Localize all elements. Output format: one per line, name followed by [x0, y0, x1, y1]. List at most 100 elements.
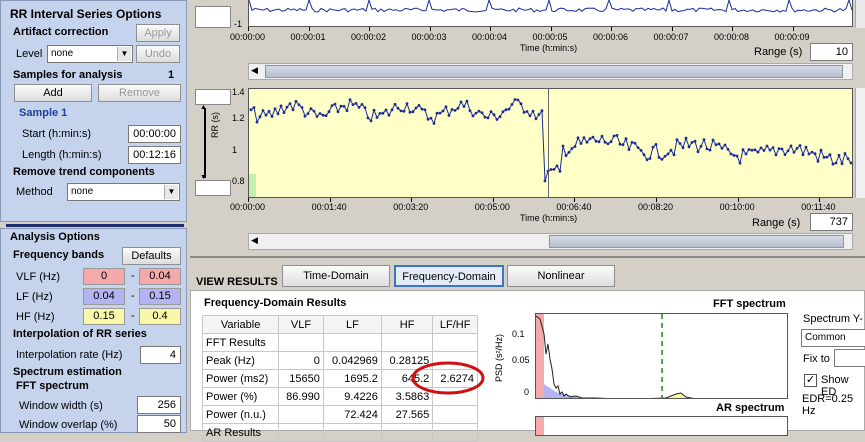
ecg-scrollbar[interactable]: ◀ — [248, 63, 853, 80]
ecg-y-tick: -1 — [234, 19, 243, 29]
rr-y-max-box[interactable] — [195, 89, 231, 105]
window-overlap-input[interactable]: 50 — [137, 415, 181, 433]
spectrum-y-value: Common — [805, 332, 846, 343]
start-input[interactable]: 00:00:00 — [128, 125, 181, 143]
rr-scrollbar[interactable]: ◀ — [248, 233, 853, 250]
length-label: Length (h:min:s) — [22, 149, 102, 161]
rr-range-label: Range (s) — [752, 217, 801, 229]
fft-y-tick: 0.05 — [512, 355, 530, 365]
band-label: VLF (Hz) — [16, 271, 60, 283]
results-row: FFT Results — [201, 333, 478, 352]
results-cell — [278, 423, 324, 442]
results-cell: 72.424 — [322, 405, 382, 424]
interpolation-title: Interpolation of RR series — [13, 328, 147, 340]
ecg-y-min-box[interactable] — [195, 6, 231, 28]
rr-y-label: RR (s) — [210, 112, 220, 138]
level-select[interactable]: none ▼ — [47, 45, 133, 63]
band-low-input[interactable]: 0 — [83, 268, 125, 285]
results-title: Frequency-Domain Results — [204, 297, 347, 309]
level-value: none — [51, 48, 74, 59]
method-label: Method — [16, 186, 53, 198]
remove-trend-title: Remove trend components — [13, 166, 155, 178]
spectrum-y-select[interactable]: Common — [801, 329, 865, 347]
results-cell: 27.565 — [380, 405, 434, 424]
ecg-x-label: Time (h:min:s) — [520, 43, 578, 53]
ecg-scroll-thumb[interactable] — [265, 65, 843, 78]
band-high-input[interactable]: 0.15 — [139, 288, 181, 305]
scroll-left-icon[interactable]: ◀ — [251, 235, 258, 246]
spectrum-estimation-title: Spectrum estimation — [13, 366, 122, 378]
length-input[interactable]: 00:12:16 — [128, 146, 181, 164]
tab-nonlinear[interactable]: Nonlinear — [507, 265, 615, 287]
results-cell — [432, 333, 478, 352]
view-results-label: VIEW RESULTS — [196, 276, 278, 288]
fft-y-tick: 0.1 — [512, 329, 525, 339]
method-select[interactable]: none ▼ — [67, 183, 180, 201]
ecg-tick-label: 00:00:03 — [411, 32, 447, 42]
results-cell: 0 — [278, 351, 324, 370]
results-row: AR Results — [201, 423, 478, 442]
ecg-scroll-arrow-up[interactable] — [855, 0, 865, 28]
chevron-down-icon: ▼ — [117, 47, 131, 61]
rr-y-axis-arrow — [204, 108, 206, 178]
results-cell: 9.4226 — [322, 387, 382, 406]
sample-1-label[interactable]: Sample 1 — [19, 107, 67, 119]
checkmark-icon: ✓ — [805, 374, 816, 386]
highlight-ellipse — [411, 361, 485, 395]
window-width-input[interactable]: 256 — [137, 396, 181, 414]
vlf-band-strip — [249, 174, 256, 197]
rr-tick-label: 00:00:00 — [230, 202, 266, 212]
results-column-header: LF/HF — [432, 315, 478, 334]
scroll-left-icon[interactable]: ◀ — [251, 65, 258, 76]
ecg-tick-label: 00:00:05 — [532, 32, 568, 42]
ecg-range-input[interactable]: 10 — [810, 43, 853, 61]
ecg-trace — [249, 0, 852, 13]
results-cell — [322, 423, 382, 442]
undo-button[interactable]: Undo — [136, 45, 180, 63]
apply-button[interactable]: Apply — [136, 24, 180, 42]
rr-y-min-box[interactable] — [195, 180, 231, 196]
rr-right-scroll[interactable] — [855, 88, 865, 198]
band-high-input[interactable]: 0.4 — [139, 308, 181, 325]
rr-scroll-thumb[interactable] — [549, 235, 844, 248]
interpolation-rate-input[interactable]: 4 — [140, 346, 181, 364]
start-label: Start (h:min:s) — [22, 128, 92, 140]
rr-range-input[interactable]: 737 — [810, 213, 853, 231]
results-cell — [432, 423, 478, 442]
results-cell: Power (ms2) — [201, 369, 280, 388]
rr-options-title: RR Interval Series Options — [10, 7, 162, 21]
rr-x-label: Time (h:min:s) — [520, 213, 578, 223]
ecg-tick-mark — [792, 27, 794, 31]
frequency-bands-title: Frequency bands — [13, 249, 105, 261]
window-width-label: Window width (s) — [19, 400, 103, 412]
view-divider — [190, 256, 865, 258]
samples-title: Samples for analysis — [13, 69, 123, 81]
arrow-up-icon: ▲ — [200, 104, 207, 111]
ecg-tick-mark — [369, 27, 370, 31]
ecg-tick-label: 00:00:06 — [593, 32, 629, 42]
results-cell: 1695.2 — [322, 369, 382, 388]
tab-time-domain[interactable]: Time-Domain — [282, 265, 390, 287]
rr-y-tick: 0.8 — [232, 176, 245, 186]
show-edr-checkbox[interactable]: ✓ — [804, 374, 817, 387]
remove-sample-button[interactable]: Remove — [98, 84, 181, 102]
add-sample-button[interactable]: Add — [14, 84, 92, 102]
vlf-band — [536, 314, 544, 398]
band-low-input[interactable]: 0.04 — [83, 288, 125, 305]
ar-vlf-band — [536, 417, 544, 435]
results-cell: Power (%) — [201, 387, 280, 406]
results-column-header: LF — [322, 315, 382, 334]
ecg-tick-mark — [732, 27, 733, 31]
fix-to-input[interactable] — [834, 349, 865, 367]
defaults-button[interactable]: Defaults — [122, 247, 181, 265]
ecg-tick-label: 00:00:07 — [653, 32, 689, 42]
band-low-input[interactable]: 0.15 — [83, 308, 125, 325]
tab-frequency-domain[interactable]: Frequency-Domain — [394, 265, 504, 287]
rr-tick-label: 00:08:20 — [638, 202, 674, 212]
fft-spectrum-graph — [536, 314, 694, 398]
ecg-tick-label: 00:00:04 — [472, 32, 508, 42]
window-overlap-label: Window overlap (%) — [19, 419, 118, 431]
band-high-input[interactable]: 0.04 — [139, 268, 181, 285]
rr-cursor-line — [548, 89, 549, 197]
band-dash: - — [131, 310, 135, 322]
